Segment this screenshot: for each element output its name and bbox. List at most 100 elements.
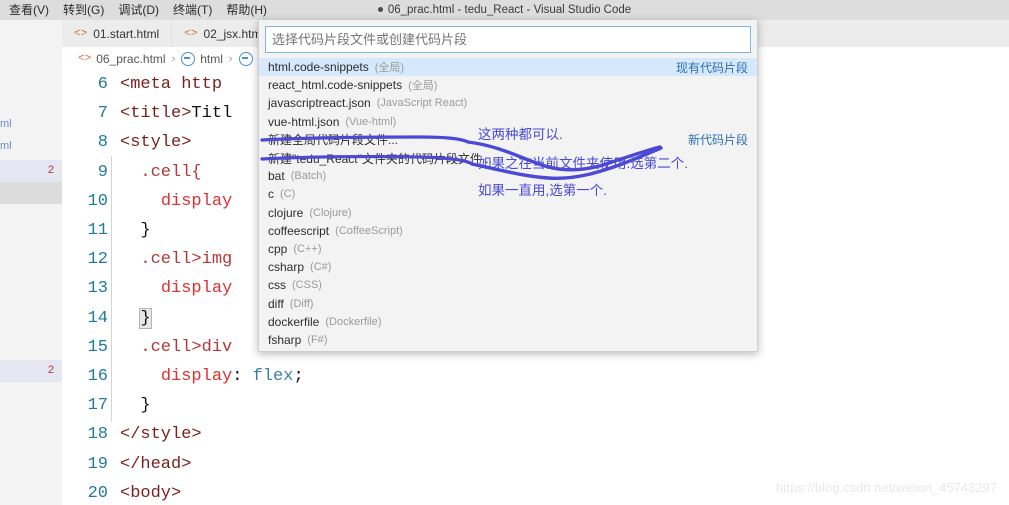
line-number: 19 (87, 454, 108, 474)
quick-pick-item[interactable]: dockerfile (Dockerfile) (259, 313, 757, 331)
code-text: </head> (120, 455, 1009, 474)
menu-item-2[interactable]: 调试(D) (111, 0, 166, 20)
code-token: : (232, 366, 253, 386)
quick-pick-item-label: css (268, 278, 286, 293)
code-token: .cell{ (140, 162, 202, 182)
html-file-icon: <> (74, 27, 88, 40)
quick-pick-item-description: (Diff) (289, 297, 314, 310)
quick-pick-item-label: react_html.code-snippets (268, 78, 403, 93)
ink-note-2: 如果一直用,选第一个. (478, 183, 608, 198)
quick-pick-item-description: (JavaScript React) (376, 97, 468, 110)
code-line[interactable]: 16 display: flex; (62, 362, 1009, 391)
indent-guide (120, 279, 161, 298)
indent-guide (120, 163, 140, 182)
breadcrumb-separator-2: › (228, 52, 233, 65)
code-text: } (120, 396, 1009, 415)
ink-note-1: 如果之在当前文件夹使用.选第二个. (478, 156, 689, 171)
quick-pick-item[interactable]: clojure (Clojure) (259, 204, 757, 222)
quick-pick-item[interactable]: javascriptreact.json (JavaScript React) (259, 94, 757, 112)
code-token: display (160, 279, 233, 299)
quick-pick-item[interactable]: fsharp (F#) (259, 331, 757, 349)
quick-pick-item-label: diff (268, 296, 284, 311)
quick-pick-item-description: (C++) (293, 242, 322, 255)
code-line[interactable]: 18 </style> (62, 420, 1009, 449)
quick-pick-item-label: bat (268, 169, 285, 184)
quick-pick-item-description: (F#) (307, 333, 328, 346)
editor-tab-0[interactable]: <> 01.start.html (62, 20, 173, 47)
code-token: <meta http (120, 75, 223, 95)
code-text: </style> (120, 425, 1009, 444)
menu-item-3[interactable]: 终端(T) (166, 0, 219, 20)
title-bar: 查看(V) 转到(G) 调试(D) 终端(T) 帮助(H) 06_prac.html -… (0, 0, 1009, 21)
code-token: } (140, 396, 151, 416)
breadcrumb-file[interactable]: <> 06_prac.html (78, 52, 166, 66)
quick-pick-list[interactable]: html.code-snippets (全局) 现有代码片段 react_html.c… (259, 58, 757, 351)
indent-guide (120, 309, 140, 328)
quick-pick-item-label: html.code-snippets (268, 60, 369, 75)
quick-pick-item-badge: 新代码片段 (687, 133, 748, 148)
code-token: ; (293, 366, 304, 386)
quick-pick-item-description: (Vue-html) (345, 115, 397, 128)
html-file-icon: <> (78, 52, 92, 65)
sidebar-result-row-lower[interactable]: 2 (0, 360, 62, 382)
code-token: </head> (120, 454, 192, 474)
quick-pick-item[interactable]: react_html.code-snippets (全局) (259, 76, 757, 94)
quick-pick-item-label: dockerfile (268, 314, 320, 329)
bracket-match-highlight: } (139, 307, 152, 329)
code-token: display (160, 366, 233, 386)
quick-pick-item-label: fsharp (268, 332, 302, 347)
menu-item-4[interactable]: 帮助(H) (219, 0, 274, 20)
quick-pick-item-description: (Batch) (290, 170, 327, 183)
sidebar-badge-upper: 2 (47, 164, 54, 176)
quick-pick-item[interactable]: css (CSS) (259, 276, 757, 294)
code-token: </style> (120, 425, 202, 445)
breadcrumb-node-html[interactable]: html (181, 51, 223, 66)
code-token: } (140, 221, 151, 241)
quick-pick-item[interactable]: html.code-snippets (全局) 现有代码片段 (259, 58, 757, 77)
breadcrumb-node-html-label: html (200, 51, 223, 66)
html-tag-icon (238, 51, 253, 66)
sidebar-row-highlight[interactable] (0, 182, 62, 204)
html-file-icon: <> (184, 27, 198, 40)
unsaved-dot-icon (377, 7, 383, 13)
menu-item-0[interactable]: 查看(V) (2, 0, 56, 20)
code-token: .cell>img (140, 250, 233, 270)
quick-pick-item-label: csharp (268, 260, 305, 275)
breadcrumb-separator-1: › (171, 52, 176, 65)
indent-guide (120, 250, 140, 269)
quick-pick-item-description: (CSS) (292, 279, 322, 292)
code-text: display: flex; (120, 367, 1009, 386)
quick-pick-item-label: 新建全局代码片段文件... (268, 133, 399, 148)
quick-pick-item-label: c (268, 187, 274, 202)
line-number: 8 (97, 133, 108, 153)
indent-guide (120, 338, 140, 357)
code-token: <style> (120, 133, 192, 153)
indent-guide (120, 367, 161, 386)
line-number: 7 (97, 104, 108, 124)
quick-pick-item[interactable]: diff (Diff) (259, 294, 757, 312)
editor-tab-label: 01.start.html (93, 26, 160, 41)
menu-bar: 查看(V) 转到(G) 调试(D) 终端(T) 帮助(H) (0, 0, 274, 20)
indent-guide (120, 192, 161, 211)
indent-guide (120, 396, 140, 415)
code-token: display (160, 191, 233, 211)
quick-pick-item[interactable]: coffeescript (CoffeeScript) (259, 222, 757, 240)
sidebar-fragment-second: ml (0, 140, 12, 152)
vscode-window: 查看(V) 转到(G) 调试(D) 终端(T) 帮助(H) 06_prac.html -… (0, 0, 1009, 505)
quick-pick-input[interactable] (265, 26, 751, 53)
quick-pick-item[interactable]: cpp (C++) (259, 240, 757, 258)
code-token: .cell>div (140, 337, 233, 357)
quick-pick-item-description: (Clojure) (309, 206, 352, 219)
code-token: Titl (191, 104, 233, 124)
code-token: <body> (120, 483, 182, 503)
quick-pick-item[interactable]: csharp (C#) (259, 258, 757, 276)
sidebar-badge-lower: 2 (47, 364, 54, 376)
quick-pick-item-description: (全局) (408, 80, 438, 93)
code-line[interactable]: 17 } (62, 391, 1009, 420)
code-line[interactable]: 19 </head> (62, 449, 1009, 478)
menu-item-1[interactable]: 转到(G) (56, 0, 111, 20)
line-number: 18 (87, 425, 108, 445)
quick-pick-item-label: 新建"tedu_React"文件夹的代码片段文件... (268, 151, 492, 166)
sidebar-result-row-upper[interactable]: 2 (0, 160, 62, 182)
html-tag-icon (181, 51, 196, 66)
